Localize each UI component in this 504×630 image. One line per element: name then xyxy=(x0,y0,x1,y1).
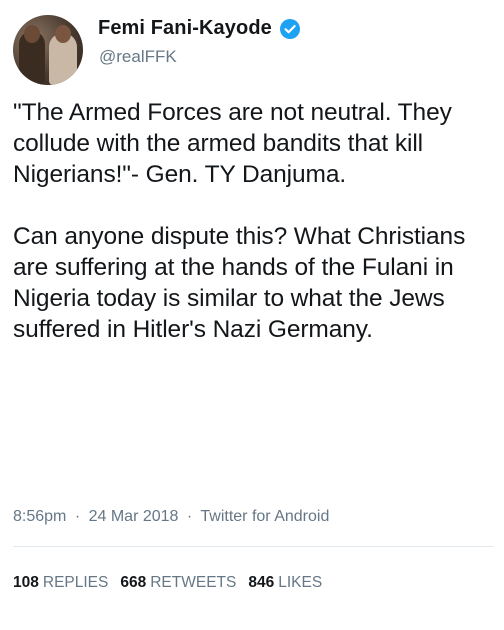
likes-stat[interactable]: 846 LIKES xyxy=(248,574,334,591)
tweet-paragraph: Can anyone dispute this? What Christians… xyxy=(13,223,466,343)
tweet-time[interactable]: 8:56pm xyxy=(13,508,66,525)
tweet-stats: 108 REPLIES 668 RETWEETS 846 LIKES xyxy=(13,574,334,592)
meta-separator: · xyxy=(74,508,81,525)
tweet-source[interactable]: Twitter for Android xyxy=(200,508,329,525)
likes-label: LIKES xyxy=(278,574,323,591)
author-handle[interactable]: @realFFK xyxy=(99,47,177,67)
verified-badge-icon xyxy=(279,18,300,39)
meta-separator: · xyxy=(186,508,193,525)
author-name-row: Femi Fani-Kayode xyxy=(98,17,300,40)
replies-stat[interactable]: 108 REPLIES xyxy=(13,574,120,591)
tweet-meta: 8:56pm · 24 Mar 2018 · Twitter for Andro… xyxy=(13,508,329,526)
avatar-figure-right xyxy=(49,25,77,85)
retweets-stat[interactable]: 668 RETWEETS xyxy=(120,574,248,591)
tweet-card: Femi Fani-Kayode @realFFK "The Armed For… xyxy=(0,0,504,630)
replies-label: REPLIES xyxy=(42,574,109,591)
tweet-text: "The Armed Forces are not neutral. They … xyxy=(13,97,498,345)
retweets-count: 668 xyxy=(120,574,147,591)
author-display-name[interactable]: Femi Fani-Kayode xyxy=(98,17,272,40)
divider xyxy=(13,546,493,547)
tweet-paragraph: "The Armed Forces are not neutral. They … xyxy=(13,99,452,188)
tweet-date[interactable]: 24 Mar 2018 xyxy=(89,508,179,525)
avatar-figure-left xyxy=(19,25,45,85)
likes-count: 846 xyxy=(248,574,275,591)
replies-count: 108 xyxy=(13,574,39,591)
retweets-label: RETWEETS xyxy=(150,574,237,591)
avatar[interactable] xyxy=(13,15,83,85)
